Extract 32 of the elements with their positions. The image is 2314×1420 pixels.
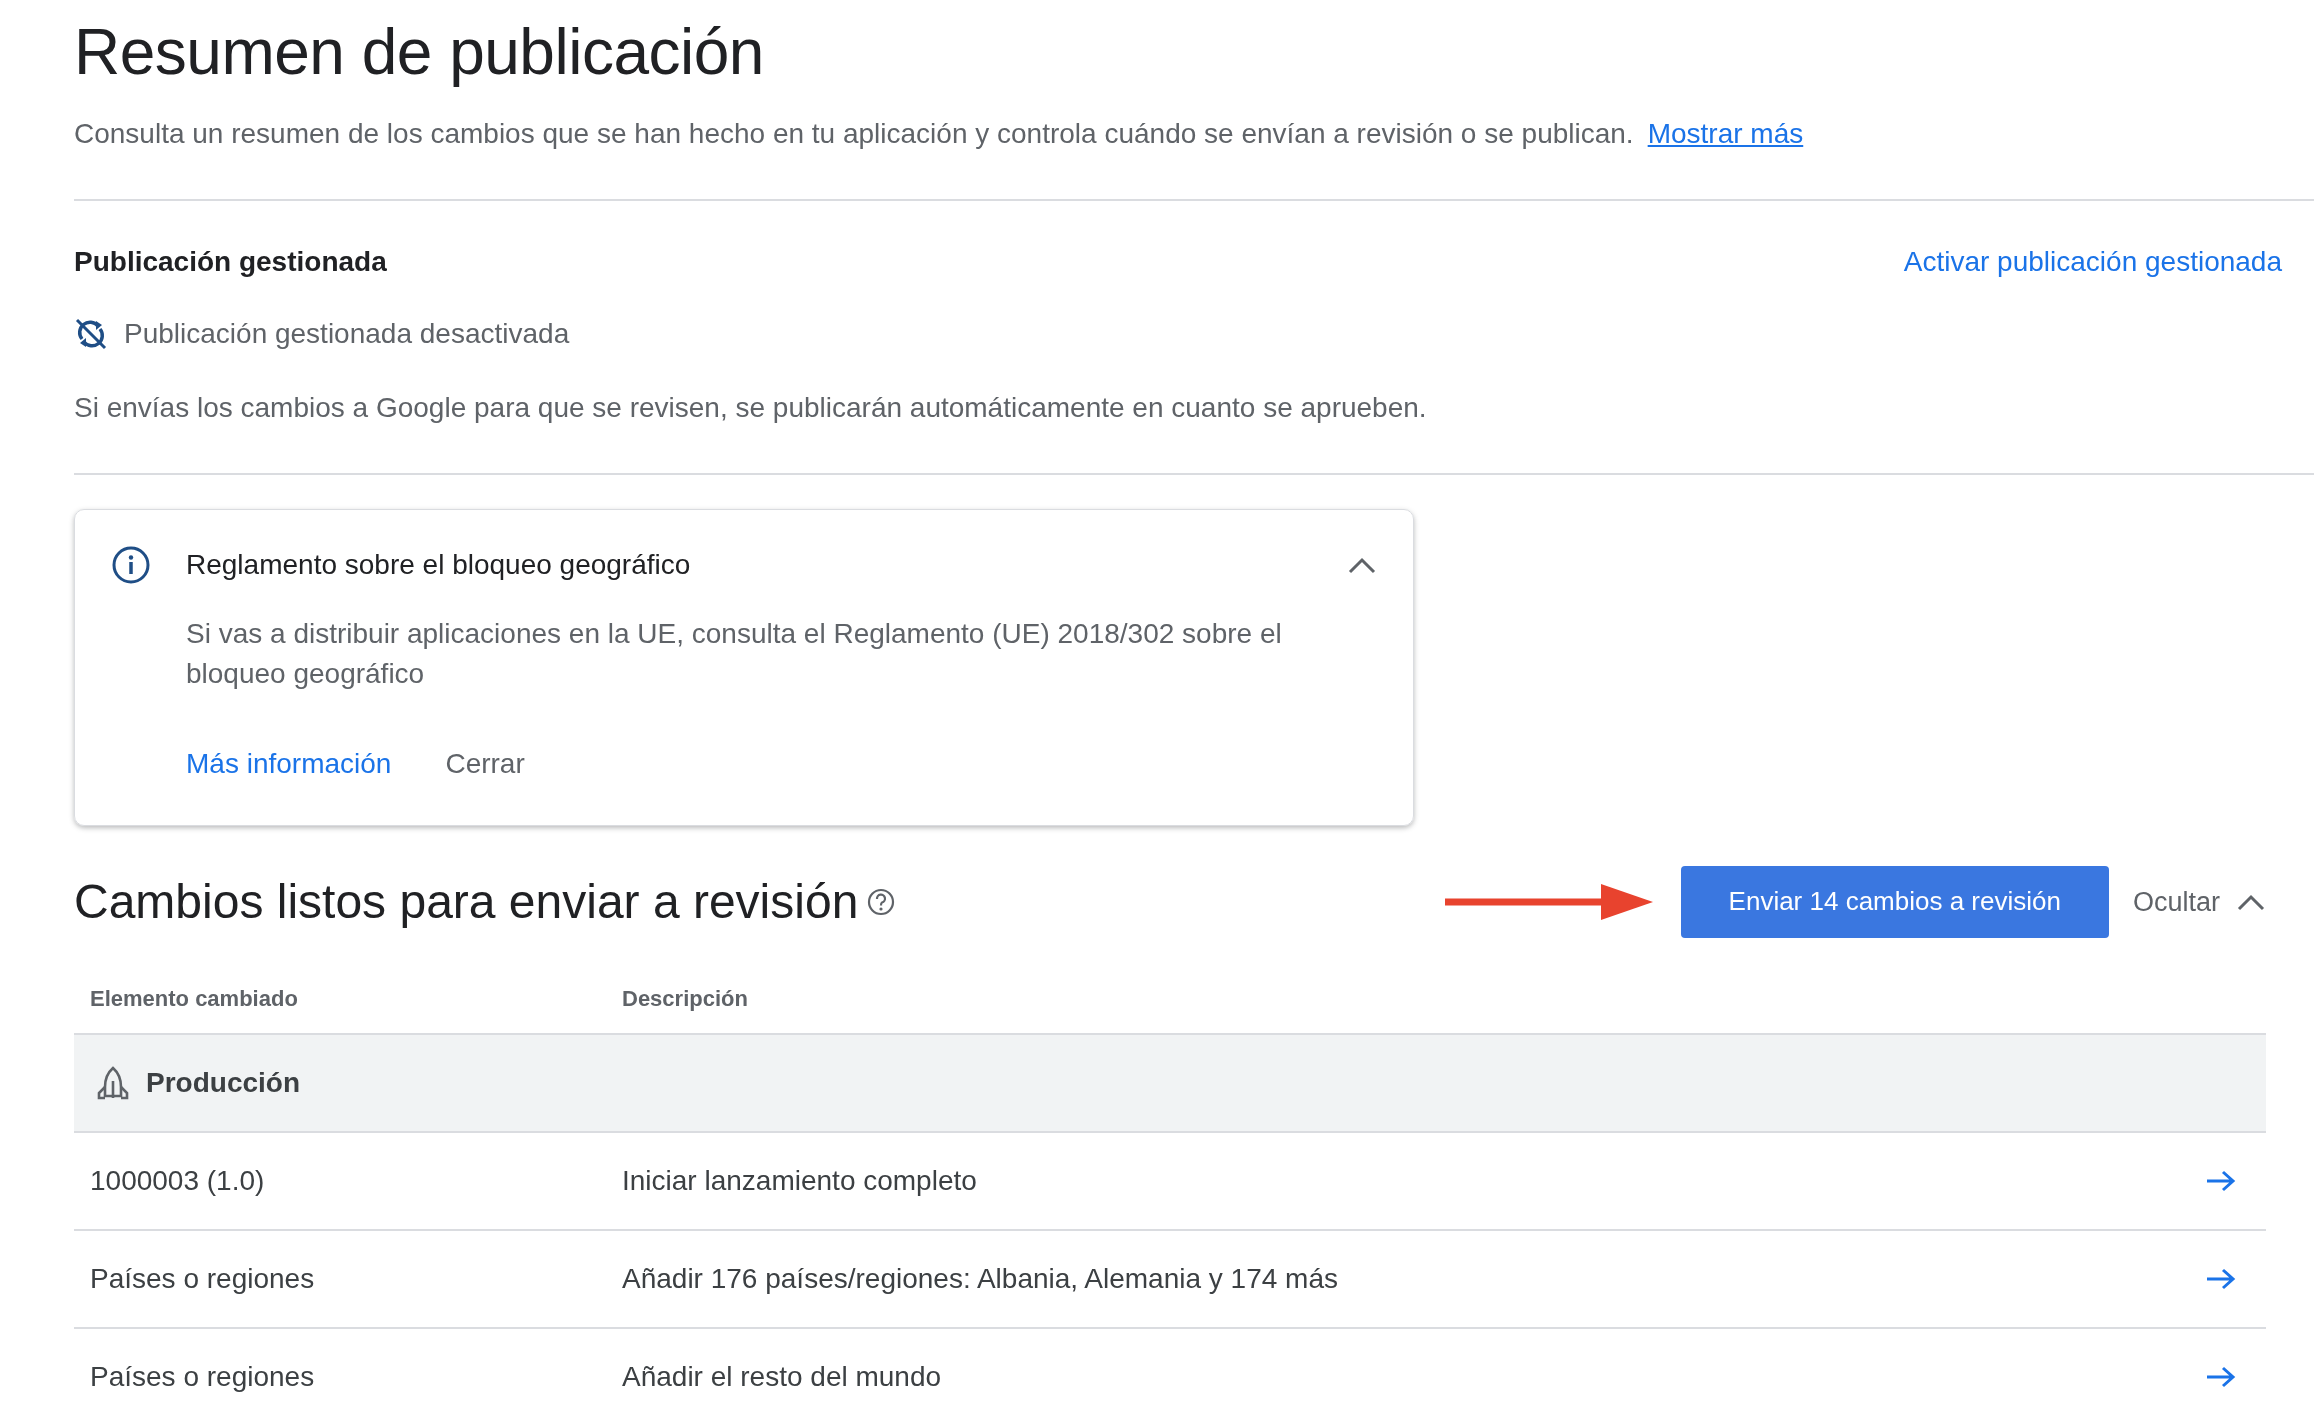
description-text: Consulta un resumen de los cambios que se han hecho en tu aplicación y controla cuándo se envían a revisión o se publican. — [74, 117, 1634, 149]
table-cell-text: Añadir 176 países/regiones: Albania, Alemania y 174 más — [621, 1262, 1339, 1296]
help-icon — [866, 887, 897, 917]
submit-for-review-button[interactable]: Enviar 14 cambios a revisión — [1680, 866, 2109, 938]
info-icon — [111, 544, 151, 585]
info-text: Si envías los cambios a Google para que se revisen, se publicarán automáticamente en cuanto se aprueben. — [74, 390, 1428, 425]
column-header: Elemento cambiado — [89, 985, 299, 1013]
table-cell-text: Países o regiones — [89, 1360, 316, 1394]
enable-managed-publishing-link[interactable]: Activar publicación gestionada — [1903, 240, 2282, 283]
table-cell-text: Añadir el resto del mundo — [621, 1360, 943, 1394]
section-heading: Publicación gestionada — [74, 245, 387, 279]
sync-off-icon — [74, 316, 108, 351]
arrow-right-icon[interactable] — [2205, 1169, 2237, 1193]
group-name: Producción — [146, 1066, 300, 1100]
column-header: Descripción — [621, 985, 749, 1013]
notice-body: Si vas a distribuir aplicaciones en la UE, consulta el Reglamento (UE) 2018/302 sobre el bloqueo geográfico — [185, 616, 1283, 692]
chevron-icon[interactable] — [2236, 892, 2266, 912]
section-heading: Cambios listos para enviar a revisión — [74, 874, 859, 931]
show-more-link[interactable]: Mostrar más — [1647, 117, 1804, 149]
pointer-arrow-icon — [1444, 884, 1653, 920]
status-text: Publicación gestionada desactivada — [124, 316, 570, 351]
rocket-icon — [96, 1065, 130, 1101]
table-cell-text: 1000003 (1.0) — [89, 1164, 266, 1198]
table-cell-text: Iniciar lanzamiento completo — [621, 1164, 978, 1198]
page-title: Resumen de publicación — [74, 15, 765, 90]
table-cell-text: Países o regiones — [89, 1262, 316, 1296]
arrow-right-icon[interactable] — [2205, 1365, 2237, 1389]
more-info-link[interactable]: Más información — [186, 743, 392, 785]
notice-title: Reglamento sobre el bloqueo geográfico — [186, 547, 692, 582]
arrow-right-icon[interactable] — [2205, 1267, 2237, 1291]
hide-toggle[interactable]: Ocultar — [2132, 881, 2266, 923]
close-button[interactable]: Cerrar — [445, 743, 525, 785]
